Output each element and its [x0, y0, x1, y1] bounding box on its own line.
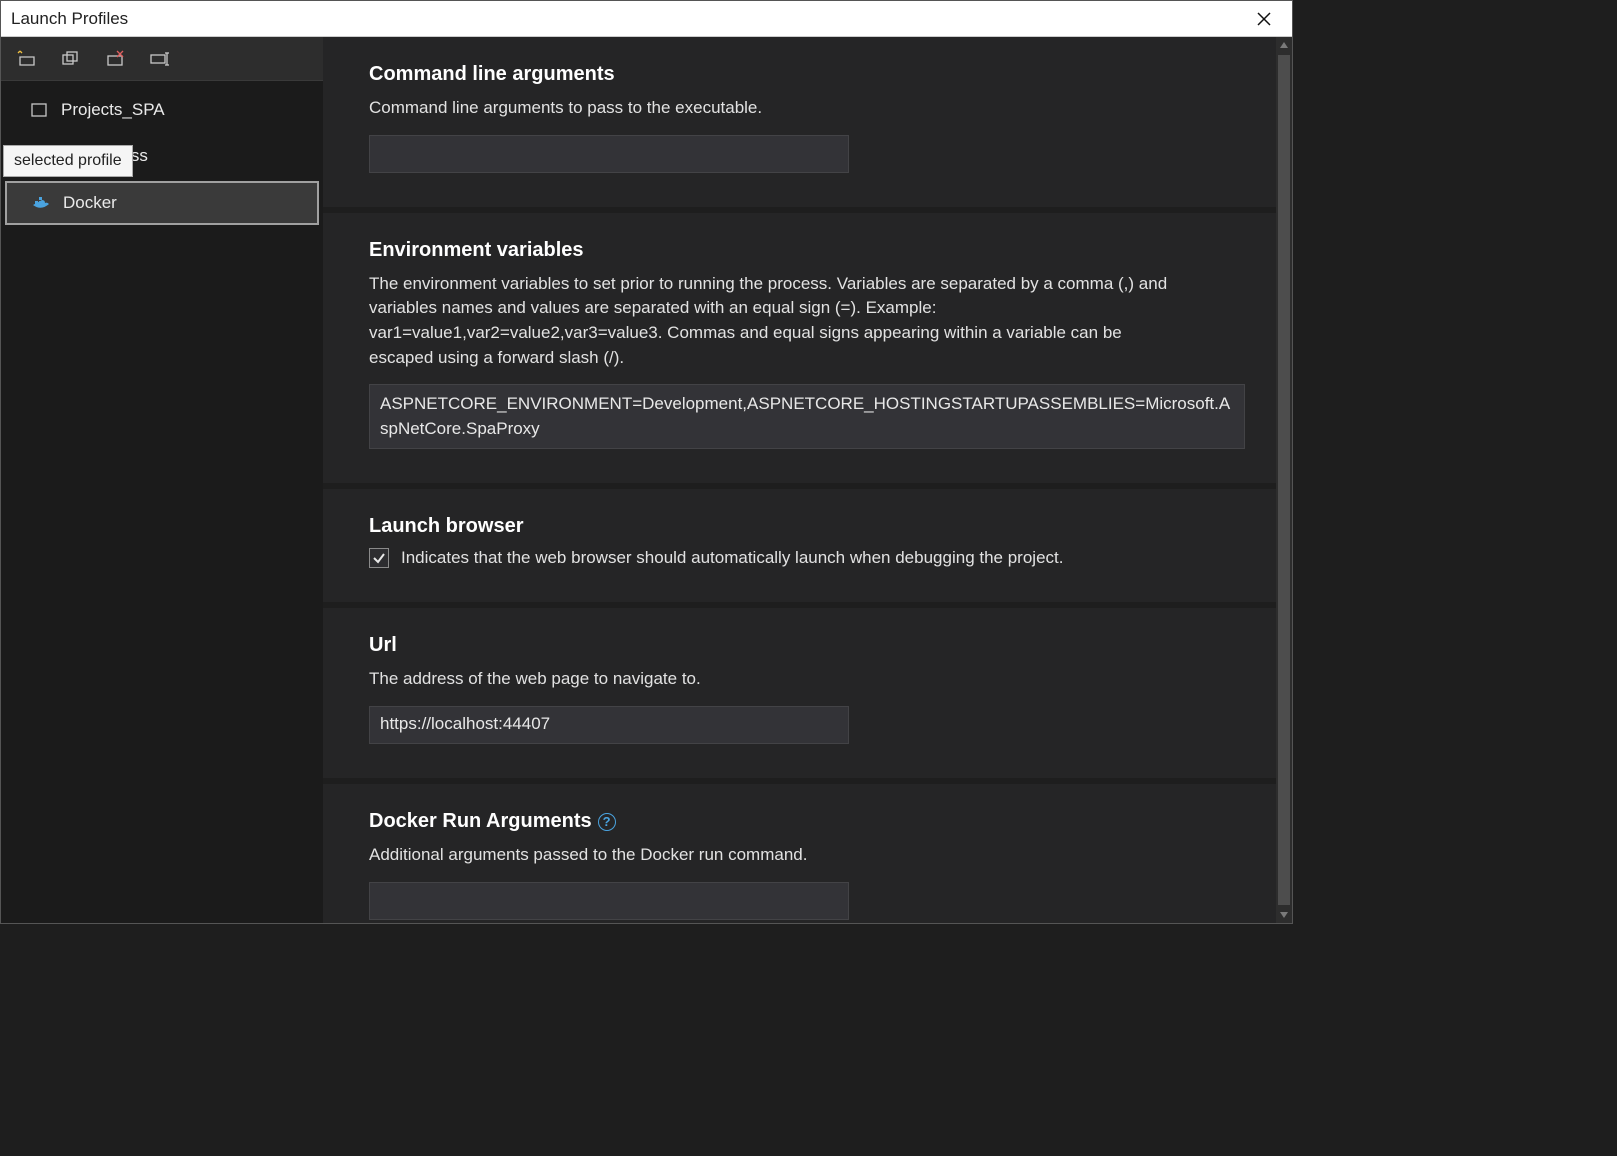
profile-item-projects-spa[interactable]: Projects_SPA [1, 87, 323, 133]
command-line-arguments-input[interactable] [369, 135, 849, 173]
scroll-down-button[interactable] [1276, 907, 1292, 923]
chevron-up-icon [1279, 40, 1289, 50]
docker-run-arguments-input[interactable] [369, 882, 849, 920]
launch-browser-checkbox[interactable] [369, 548, 389, 568]
profile-label: Projects_SPA [61, 100, 165, 120]
launch-profiles-dialog: Launch Profiles selected [0, 0, 1293, 924]
duplicate-profile-button[interactable] [59, 48, 85, 70]
section-title: Command line arguments [369, 63, 1246, 86]
section-description: The address of the web page to navigate … [369, 667, 1189, 692]
section-title: Launch browser [369, 515, 1246, 538]
profile-label: Docker [63, 193, 117, 213]
rename-profile-button[interactable] [147, 48, 173, 70]
section-description: The environment variables to set prior t… [369, 272, 1189, 371]
chevron-down-icon [1279, 910, 1289, 920]
titlebar: Launch Profiles [1, 1, 1292, 37]
section-command-line-arguments: Command line arguments Command line argu… [323, 37, 1292, 213]
launch-browser-checkbox-row: Indicates that the web browser should au… [369, 548, 1246, 568]
section-title-text: Docker Run Arguments [369, 810, 592, 833]
checkmark-icon [372, 551, 386, 565]
section-title: Docker Run Arguments ? [369, 810, 1246, 833]
section-docker-run-arguments: Docker Run Arguments ? Additional argume… [323, 784, 1292, 923]
tooltip-selected-profile: selected profile [3, 145, 133, 177]
scroll-thumb[interactable] [1278, 55, 1290, 905]
rename-icon [149, 50, 171, 68]
project-icon [29, 100, 49, 120]
profile-item-docker[interactable]: Docker [5, 181, 319, 225]
help-icon[interactable]: ? [598, 813, 616, 831]
delete-icon [105, 50, 127, 68]
section-title: Url [369, 634, 1246, 657]
content-panel: Command line arguments Command line argu… [323, 37, 1292, 923]
sidebar-toolbar [1, 37, 323, 81]
new-profile-icon [17, 50, 39, 68]
section-environment-variables: Environment variables The environment va… [323, 213, 1292, 490]
environment-variables-input[interactable]: ASPNETCORE_ENVIRONMENT=Development,ASPNE… [369, 384, 1245, 449]
close-icon [1257, 12, 1271, 26]
section-url: Url The address of the web page to navig… [323, 608, 1292, 784]
close-button[interactable] [1246, 4, 1282, 34]
section-description: Additional arguments passed to the Docke… [369, 843, 1189, 868]
section-title: Environment variables [369, 239, 1246, 262]
delete-profile-button[interactable] [103, 48, 129, 70]
docker-icon [31, 193, 51, 213]
section-launch-browser: Launch browser Indicates that the web br… [323, 489, 1292, 608]
new-profile-button[interactable] [15, 48, 41, 70]
duplicate-icon [61, 50, 83, 68]
checkbox-label: Indicates that the web browser should au… [401, 548, 1063, 568]
profile-list: selected profile Projects_SPA IIS Expres… [1, 81, 323, 233]
sidebar: selected profile Projects_SPA IIS Expres… [1, 37, 323, 923]
window-title: Launch Profiles [11, 9, 128, 29]
vertical-scrollbar[interactable] [1276, 37, 1292, 923]
section-description: Command line arguments to pass to the ex… [369, 96, 1189, 121]
url-input[interactable]: https://localhost:44407 [369, 706, 849, 744]
scroll-up-button[interactable] [1276, 37, 1292, 53]
